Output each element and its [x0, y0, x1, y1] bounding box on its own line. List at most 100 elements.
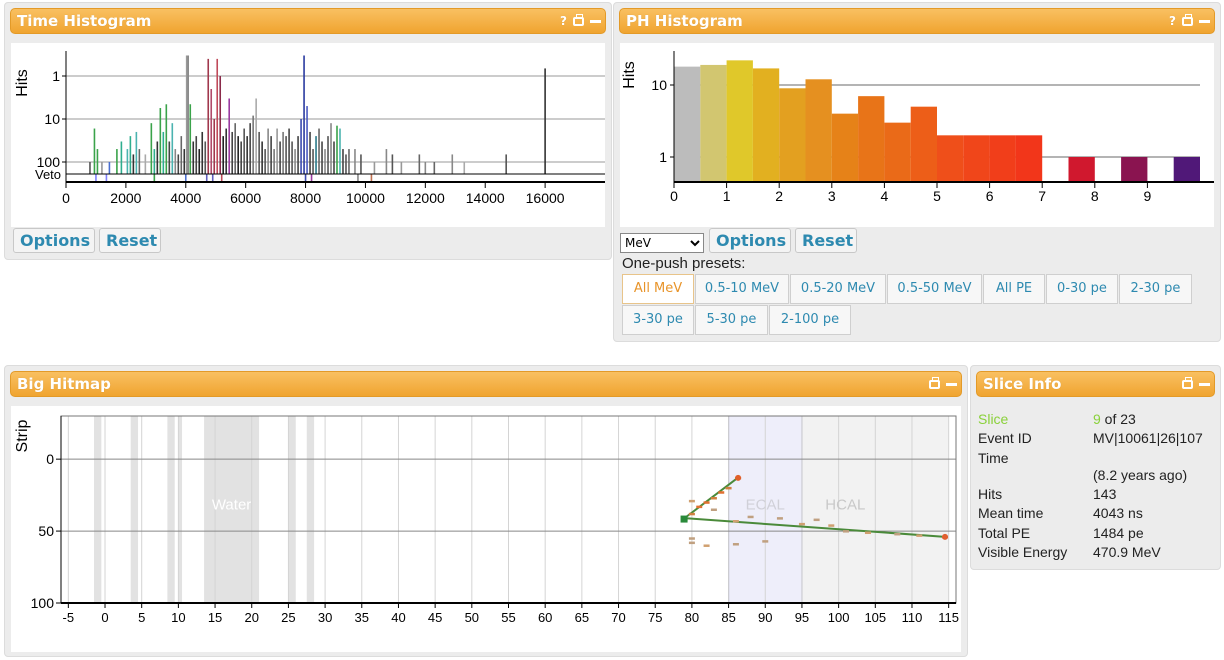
time-reset-button[interactable]: Reset [99, 228, 161, 253]
total-pe-label: Total PE [978, 525, 1031, 541]
big-hitmap-header: Big Hitmap [10, 371, 962, 397]
ph-bar [1068, 157, 1095, 182]
preset-0-5-10-mev[interactable]: 0.5-10 MeV [695, 274, 789, 304]
big-hitmap-panel: Big Hitmap Water ECAL HCAL Strip 100 50 0 … [4, 365, 968, 657]
ph-bar [1015, 135, 1043, 182]
ph-x-tick-label: 5 [933, 188, 941, 204]
hits-value: 143 [1093, 486, 1117, 502]
hitmap-x-tick-label: 45 [428, 610, 442, 625]
preset-0-5-50-mev[interactable]: 0.5-50 MeV [887, 274, 982, 304]
hitmap-x-tick-label: 30 [318, 610, 332, 625]
time-y-label: Hits [14, 69, 31, 97]
visible-energy-value: 470.9 MeV [1093, 544, 1161, 560]
help-icon[interactable]: ? [1169, 9, 1176, 33]
hit-mark [732, 520, 739, 523]
track-end-mark [735, 474, 742, 481]
hit-mark [703, 501, 710, 504]
print-icon[interactable] [1182, 376, 1193, 389]
unit-select[interactable]: MeV [620, 233, 704, 253]
mean-time-label: Mean time [978, 505, 1044, 521]
ph-bar [884, 122, 911, 182]
slice-value: 9 of 23 [1093, 411, 1136, 427]
ph-options-button[interactable]: Options [709, 228, 791, 253]
hit-mark [732, 543, 739, 546]
ph-bar [910, 106, 937, 182]
ph-x-tick-label: 3 [828, 188, 836, 204]
minimize-icon[interactable] [590, 19, 601, 23]
print-icon[interactable] [1182, 13, 1193, 26]
water-region-label: Water [212, 497, 251, 514]
visible-energy-label: Visible Energy [978, 544, 1068, 560]
hitmap-y-label: Strip [14, 419, 31, 452]
minimize-icon[interactable] [946, 382, 957, 386]
preset-2-30-pe[interactable]: 2-30 pe [1119, 274, 1192, 304]
hit-mark [688, 537, 695, 540]
time-x-tick-label: 2000 [110, 190, 141, 206]
ph-bar [752, 68, 780, 182]
water-band [94, 416, 102, 603]
header-icons [1182, 372, 1210, 396]
hit-mark [798, 522, 805, 526]
hitmap-x-tick-label: 55 [501, 610, 515, 625]
hitmap-x-tick-label: 5 [138, 610, 145, 625]
hit-mark [842, 530, 849, 533]
preset-5-30-pe[interactable]: 5-30 pe [695, 305, 768, 335]
panel-title: Time Histogram [17, 12, 152, 30]
hitmap-x-tick-label: 50 [465, 610, 479, 625]
hits-label: Hits [978, 486, 1003, 502]
hitmap-x-tick-label: 80 [685, 610, 699, 625]
hit-mark [688, 512, 695, 516]
ph-x-tick-label: 7 [1038, 188, 1046, 204]
time-spikes [89, 55, 546, 174]
time-x-tick-label: 14000 [466, 190, 505, 206]
hitmap-x-tick-label: 15 [208, 610, 222, 625]
hitmap-x-tick-label: 95 [795, 610, 809, 625]
hitmap-plot-area: Water ECAL HCAL Strip 100 50 0 -5 0 5 10 15 20 2… [11, 406, 961, 652]
hit-mark [747, 515, 754, 519]
time-y-tick-label: 10 [44, 111, 60, 127]
help-icon[interactable]: ? [560, 9, 567, 33]
event-id-label: Event ID [978, 430, 1032, 446]
mean-time-value: 4043 ns [1093, 505, 1143, 521]
hitmap-x-tick-label: 65 [575, 610, 589, 625]
slice-label: Slice [978, 411, 1009, 427]
ph-reset-button[interactable]: Reset [795, 228, 857, 253]
ph-bar [805, 79, 832, 182]
total-pe-value: 1484 pe [1093, 525, 1144, 541]
hit-mark [688, 541, 695, 545]
hitmap-x-tick-label: 10 [171, 610, 185, 625]
print-icon[interactable] [573, 13, 584, 26]
hitmap-x-tick-label: 60 [538, 610, 552, 625]
preset-3-30-pe[interactable]: 3-30 pe [622, 305, 694, 335]
hitmap-x-tick-label: 75 [648, 610, 662, 625]
time-y-tick-label: 100 [37, 154, 61, 170]
minimize-icon[interactable] [1199, 382, 1210, 386]
preset-2-100-pe[interactable]: 2-100 pe [769, 305, 851, 335]
preset-0-30-pe[interactable]: 0-30 pe [1046, 274, 1118, 304]
slice-number: 9 [1093, 411, 1101, 427]
preset-all-pe[interactable]: All PE [983, 274, 1045, 304]
ph-y-tick-label: 10 [651, 77, 667, 93]
hit-mark [916, 534, 923, 537]
ph-bars [674, 60, 1200, 182]
ph-histogram-chart[interactable]: Hits 1 10 0 1 2 3 4 5 6 7 8 9 [620, 43, 1214, 227]
hit-mark [710, 496, 717, 500]
water-band [288, 416, 296, 603]
minimize-icon[interactable] [1199, 19, 1210, 23]
big-hitmap-chart[interactable]: Water ECAL HCAL Strip 100 50 0 -5 0 5 10 15 20 2… [11, 406, 961, 652]
ph-x-tick-label: 8 [1091, 188, 1099, 204]
print-icon[interactable] [929, 376, 940, 389]
event-id-value: MV|10061|26|107 [1093, 430, 1203, 446]
time-x-tick-label: 0 [62, 190, 70, 206]
time-plot-area: Hits Veto 100 10 1 0 2000 4000 6000 8000 10000 1… [11, 43, 605, 227]
preset-0-5-20-mev[interactable]: 0.5-20 MeV [790, 274, 886, 304]
hitmap-x-tick-label: 115 [938, 610, 959, 625]
hitmap-x-tick-label: 90 [758, 610, 772, 625]
ph-histogram-panel: PH Histogram ? Hits 1 10 0 1 2 3 4 5 6 7 8 9 MeV O… [613, 2, 1221, 342]
time-histogram-chart[interactable]: Hits Veto 100101 0 2000 4000 6000 8000 10000 1… [11, 43, 605, 227]
hitmap-x-tick-label: 110 [902, 610, 923, 625]
time-options-button[interactable]: Options [13, 228, 95, 253]
preset-all-mev[interactable]: All MeV [622, 274, 694, 304]
hitmap-x-tick-label: 0 [101, 610, 108, 625]
ph-x-ticks: 0 1 2 3 4 5 6 7 8 9 [670, 182, 1152, 204]
